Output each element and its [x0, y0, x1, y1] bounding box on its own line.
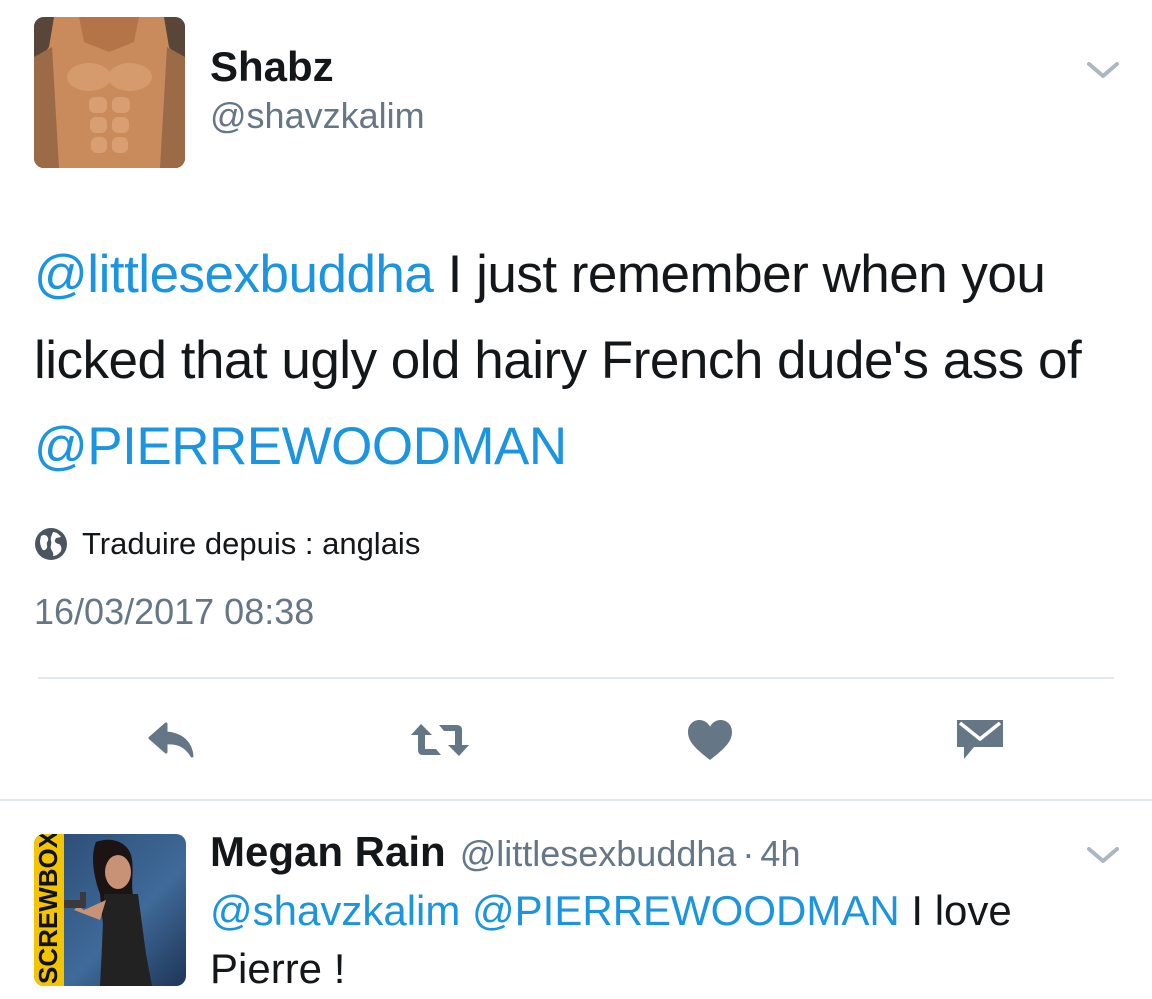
avatar-image	[34, 17, 185, 168]
heart-icon	[688, 720, 732, 760]
direct-message-button[interactable]	[950, 712, 1010, 768]
reply-author-name[interactable]: Megan Rain	[210, 828, 446, 876]
translate-link[interactable]: Traduire depuis : anglais	[34, 522, 420, 566]
reply-button[interactable]	[140, 712, 204, 768]
reply-author-handle[interactable]: @littlesexbuddha	[460, 833, 737, 875]
main-tweet: Shabz @shavzkalim @littlesexbuddha I jus…	[0, 0, 1152, 800]
mention-link[interactable]: @shavzkalim	[210, 887, 460, 934]
tweet-timestamp: 16/03/2017 08:38	[34, 591, 315, 632]
tweet-separator	[0, 799, 1152, 801]
mention-link[interactable]: @littlesexbuddha	[34, 245, 434, 304]
chevron-down-icon[interactable]	[1085, 58, 1121, 82]
mention-link[interactable]: @PIERREWOODMAN	[472, 887, 900, 934]
author-handle[interactable]: @shavzkalim	[210, 93, 425, 139]
globe-icon	[35, 528, 67, 560]
envelope-icon	[957, 720, 1003, 759]
retweet-button[interactable]	[404, 712, 476, 768]
reply-time[interactable]: 4h	[760, 833, 800, 875]
tweet-text: @littlesexbuddha I just remember when yo…	[34, 232, 1114, 490]
chevron-down-icon[interactable]	[1085, 843, 1121, 867]
retweet-icon	[411, 724, 469, 756]
reply-text: @shavzkalim @PIERREWOODMAN I love Pierre…	[210, 882, 1090, 998]
separator-dot: ·	[742, 833, 755, 874]
reply-header: Megan Rain @littlesexbuddha · 4h	[210, 828, 800, 882]
reply-author-avatar[interactable]: SCREWBOX	[34, 834, 186, 986]
avatar-image: SCREWBOX	[34, 834, 186, 986]
translate-label: Traduire depuis : anglais	[82, 526, 421, 561]
author-name[interactable]: Shabz	[210, 42, 334, 92]
divider	[38, 677, 1114, 679]
mention-link[interactable]: @PIERREWOODMAN	[34, 417, 567, 476]
reply-icon	[148, 722, 194, 758]
avatar-side-text: SCREWBOX	[34, 834, 63, 984]
author-avatar[interactable]	[34, 17, 185, 168]
like-button[interactable]	[682, 712, 738, 768]
